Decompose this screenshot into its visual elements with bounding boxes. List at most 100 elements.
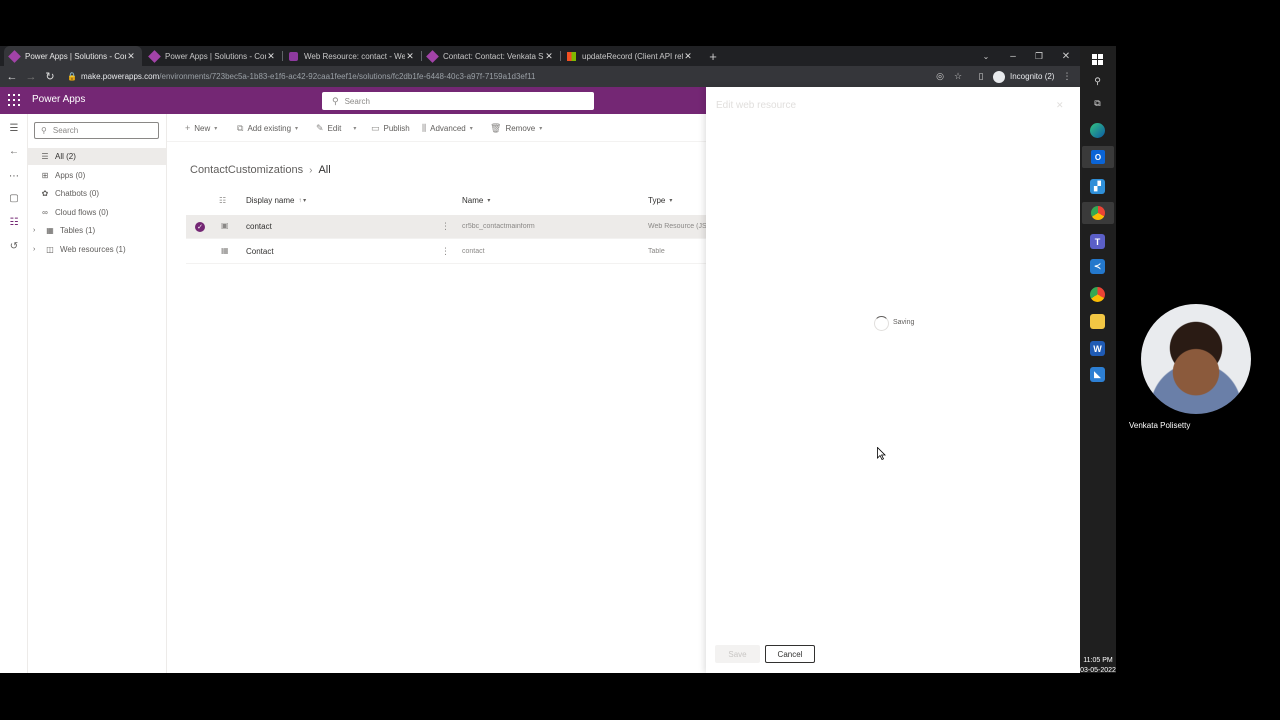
remote-desktop-icon[interactable]: ▞ (1090, 179, 1105, 194)
web-resource-icon: ◫ (46, 245, 54, 254)
row-more-icon[interactable]: ⋮ (441, 246, 450, 257)
close-icon[interactable]: ✕ (1056, 100, 1064, 111)
tab-close-icon[interactable]: ✕ (683, 51, 693, 62)
chevron-right-icon[interactable]: › (33, 246, 41, 253)
dynamics-favicon-icon (289, 51, 298, 61)
minimize-icon[interactable]: – (1000, 46, 1026, 66)
nav-item-all[interactable]: ☰ All (2) (28, 148, 167, 165)
chevron-down-icon: ▾ (295, 125, 299, 132)
row-more-icon[interactable]: ⋮ (441, 221, 450, 232)
teams-icon[interactable]: T (1090, 234, 1105, 249)
search-icon[interactable]: ⚲ (1090, 74, 1105, 89)
tab-close-icon[interactable]: ✕ (266, 51, 276, 62)
tab-title: Contact: Contact: Venkata Subba (443, 51, 544, 61)
browser-tab-1[interactable]: Power Apps | Solutions - Contact ✕ (4, 46, 142, 66)
more-icon[interactable]: ⋯ (6, 169, 22, 183)
edit-button[interactable]: ✎ Edit ▾ (316, 121, 356, 135)
hamburger-icon[interactable]: ☰ (6, 121, 22, 135)
search-placeholder: Search (344, 96, 370, 106)
word-icon[interactable]: W (1090, 341, 1105, 356)
tab-close-icon[interactable]: ✕ (544, 51, 554, 62)
new-tab-icon[interactable]: + (700, 46, 726, 66)
browser-tab-4[interactable]: Contact: Contact: Venkata Subba ✕ (422, 46, 560, 66)
incognito-badge[interactable]: Incognito (2) (993, 69, 1054, 84)
objects-icon[interactable]: ☷ (6, 215, 22, 229)
nav-item-label: Cloud flows (0) (55, 208, 109, 217)
nav-search-input[interactable]: ⚲ Search (34, 122, 159, 139)
forward-icon[interactable]: → (23, 69, 39, 84)
browser-menu-icon[interactable]: ⋮ (1060, 70, 1074, 83)
task-view-icon[interactable]: ⧉ (1090, 96, 1105, 111)
cell-display-name[interactable]: Contact (246, 247, 274, 256)
side-panel-icon[interactable]: ▯ (974, 70, 988, 83)
nav-item-label: Chatbots (0) (55, 189, 100, 198)
cell-name: cr5bc_contactmainform (462, 223, 535, 230)
nav-item-tables[interactable]: › ▦ Tables (1) (28, 222, 167, 239)
file-explorer-icon[interactable] (1090, 314, 1105, 329)
back-icon[interactable]: ← (4, 69, 20, 84)
row-checked-icon[interactable]: ✓ (195, 222, 205, 232)
cell-type: Table (648, 248, 665, 255)
publish-button[interactable]: ▭ Publish (371, 121, 410, 135)
microsoft-favicon-icon (567, 51, 576, 61)
edge-icon[interactable] (1090, 123, 1105, 138)
taskbar-clock[interactable]: 11:05 PM 03-05-2022 (1080, 656, 1116, 676)
overview-icon[interactable]: ▢ (6, 191, 22, 205)
column-display-name[interactable]: Display name ↑ ▾ (246, 196, 306, 205)
add-existing-button[interactable]: ⧉ Add existing ▾ (237, 121, 298, 135)
save-button[interactable]: Save (715, 645, 760, 663)
tab-strip: Power Apps | Solutions - Contact ✕ Power… (0, 46, 1080, 66)
app-launcher-icon[interactable] (8, 94, 20, 106)
remove-button[interactable]: 🗑 Remove ▾ (490, 121, 542, 135)
history-icon[interactable]: ↺ (6, 239, 22, 253)
chevron-down-icon: ▾ (214, 125, 218, 132)
nav-search-placeholder: Search (52, 126, 79, 135)
browser-tab-5[interactable]: updateRecord (Client API referen ✕ (561, 46, 699, 66)
chatbot-icon: ✿ (41, 189, 49, 198)
tab-close-icon[interactable]: ✕ (126, 51, 136, 62)
breadcrumb: ContactCustomizations › All (190, 164, 331, 176)
cancel-button[interactable]: Cancel (765, 645, 815, 663)
reload-icon[interactable]: ↻ (42, 69, 58, 84)
tab-search-icon[interactable]: ⌄ (973, 46, 999, 66)
back-arrow-icon[interactable]: ← (6, 144, 22, 158)
column-options-icon[interactable]: ☷ (219, 196, 226, 205)
advanced-button[interactable]: ⫼ Advanced ▾ (422, 121, 473, 135)
chrome-taskbar-item[interactable] (1082, 202, 1114, 224)
publish-label: Publish (383, 123, 410, 133)
breadcrumb-parent[interactable]: ContactCustomizations (190, 164, 303, 176)
outlook-taskbar-item[interactable]: O (1082, 146, 1114, 168)
nav-item-web-resources[interactable]: › ◫ Web resources (1) (28, 241, 167, 258)
web-resource-icon: ▣ (221, 221, 229, 230)
app-title[interactable]: Power Apps (32, 94, 85, 105)
cell-display-name[interactable]: contact (246, 222, 272, 231)
windows-start-icon[interactable] (1090, 52, 1105, 67)
nav-item-cloud-flows[interactable]: ∞ Cloud flows (0) (28, 204, 167, 221)
chevron-right-icon: › (309, 164, 313, 176)
photos-icon[interactable]: ◣ (1090, 367, 1105, 382)
column-type[interactable]: Type ▾ (648, 196, 672, 205)
browser-tab-2[interactable]: Power Apps | Solutions - Contact ✕ (144, 46, 282, 66)
chevron-right-icon[interactable]: › (33, 227, 41, 234)
chrome-icon[interactable] (1090, 287, 1105, 302)
restore-icon[interactable]: ❐ (1026, 46, 1052, 66)
chevron-down-icon: ▾ (669, 198, 673, 204)
nav-item-apps[interactable]: ⊞ Apps (0) (28, 167, 167, 184)
nav-item-label: Apps (0) (55, 171, 86, 180)
global-search-input[interactable]: ⚲ Search (322, 92, 594, 110)
url-field[interactable]: 🔒 make.powerapps.com/environments/723bec… (63, 69, 933, 84)
nav-item-chatbots[interactable]: ✿ Chatbots (0) (28, 185, 167, 202)
breadcrumb-current: All (318, 164, 331, 176)
tab-close-icon[interactable]: ✕ (405, 51, 415, 62)
close-window-icon[interactable]: ✕ (1053, 46, 1079, 66)
vscode-icon[interactable]: ≺ (1090, 259, 1105, 274)
table-row[interactable]: ✓ ▣ contact ⋮ cr5bc_contactmainform Web … (186, 215, 708, 239)
left-rail: ☰ ← ⋯ ▢ ☷ ↺ (0, 114, 28, 673)
browser-tab-3[interactable]: Web Resource: contact - Web Re ✕ (283, 46, 421, 66)
apps-icon: ⊞ (41, 171, 49, 180)
column-name[interactable]: Name ▾ (462, 196, 490, 205)
eye-off-icon[interactable]: ◎ (933, 70, 947, 83)
new-button[interactable]: + New ▾ (185, 121, 217, 135)
table-row[interactable]: ▦ Contact ⋮ contact Table (186, 240, 707, 264)
star-icon[interactable]: ☆ (951, 70, 965, 83)
